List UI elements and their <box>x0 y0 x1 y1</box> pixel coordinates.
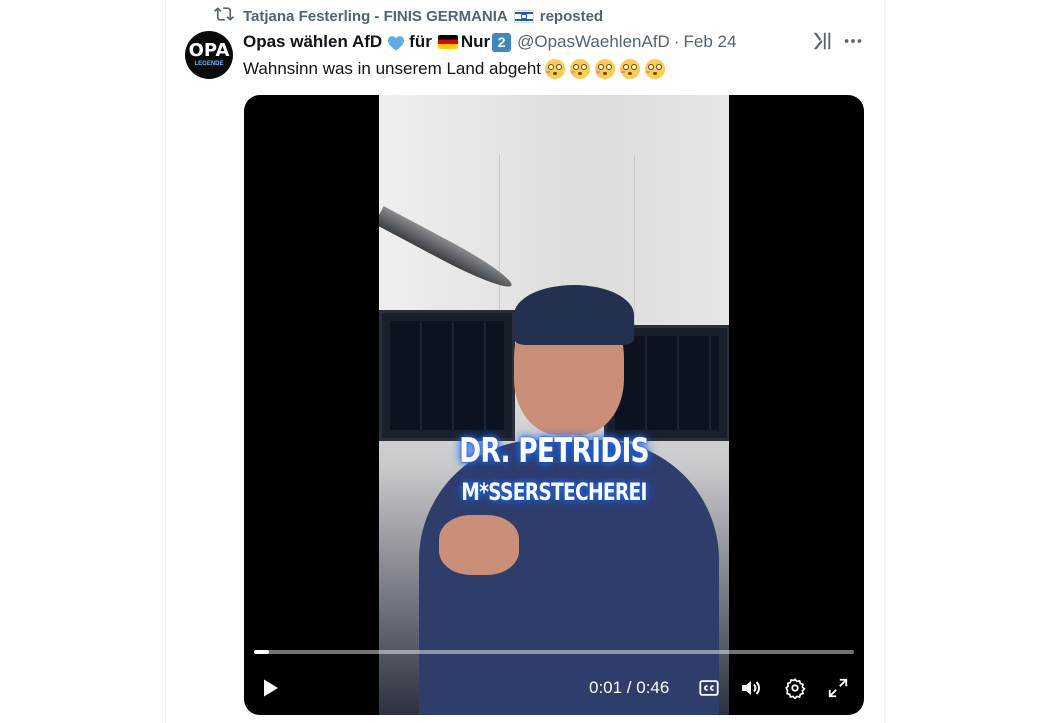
settings-icon[interactable] <box>781 673 809 703</box>
video-overlay-subtitle: M*SSERSTECHEREI <box>461 478 647 506</box>
repost-header: Tatjana Festerling - FINIS GERMANIA repo… <box>214 5 603 27</box>
flushed-face-icon <box>570 59 590 79</box>
tweet-header: Opas wählen AfD für Nur 2 @OpasWaehlenAf… <box>243 31 736 53</box>
header-separator: · <box>673 32 680 51</box>
author-name-part-3[interactable]: Nur <box>461 32 490 52</box>
grok-icon[interactable] <box>811 30 833 52</box>
repost-action-label: reposted <box>539 7 604 25</box>
video-frame: DR. PETRIDIS M*SSERSTECHEREI <box>379 95 729 715</box>
tweet-text-content: Wahnsinn was in unserem Land abgeht <box>243 59 541 78</box>
fullscreen-icon[interactable] <box>824 673 852 703</box>
israel-flag-icon <box>513 9 534 23</box>
video-overlay-title: DR. PETRIDIS <box>459 431 650 471</box>
video-player[interactable]: DR. PETRIDIS M*SSERSTECHEREI 0:01 / 0:46 <box>244 95 864 715</box>
repost-icon <box>214 4 243 28</box>
video-progress-fill <box>254 650 269 654</box>
flushed-face-icon <box>620 59 640 79</box>
flushed-face-icon <box>595 59 615 79</box>
timeline-border-right <box>884 0 885 723</box>
avatar-text: OPA <box>188 40 230 61</box>
tweet-text: Wahnsinn was in unserem Land abgeht <box>243 57 670 81</box>
volume-icon[interactable] <box>736 673 766 703</box>
captions-icon[interactable] <box>695 673 723 703</box>
author-name-part-1[interactable]: Opas wählen AfD <box>243 32 382 52</box>
video-time-display: 0:01 / 0:46 <box>589 678 670 697</box>
flushed-face-icon <box>545 59 565 79</box>
repost-user-link[interactable]: Tatjana Festerling - FINIS GERMANIA <box>243 8 508 25</box>
avatar-subtext: LEGENDE <box>194 61 224 67</box>
timeline-border-left <box>165 0 166 723</box>
flushed-face-icon <box>645 59 665 79</box>
more-icon[interactable] <box>842 30 864 52</box>
flushed-face-emojis <box>545 59 670 79</box>
blue-heart-icon <box>387 35 405 51</box>
play-icon[interactable] <box>256 673 284 703</box>
author-handle[interactable]: @OpasWaehlenAfD <box>517 32 670 52</box>
tweet-date[interactable]: Feb 24 <box>684 32 737 52</box>
avatar[interactable]: OPA LEGENDE <box>185 31 233 79</box>
video-progress-bar[interactable] <box>254 650 854 654</box>
author-name-part-2[interactable]: für <box>409 32 432 52</box>
keycap-digit-icon: 2 <box>492 32 512 52</box>
german-flag-icon <box>437 35 458 49</box>
